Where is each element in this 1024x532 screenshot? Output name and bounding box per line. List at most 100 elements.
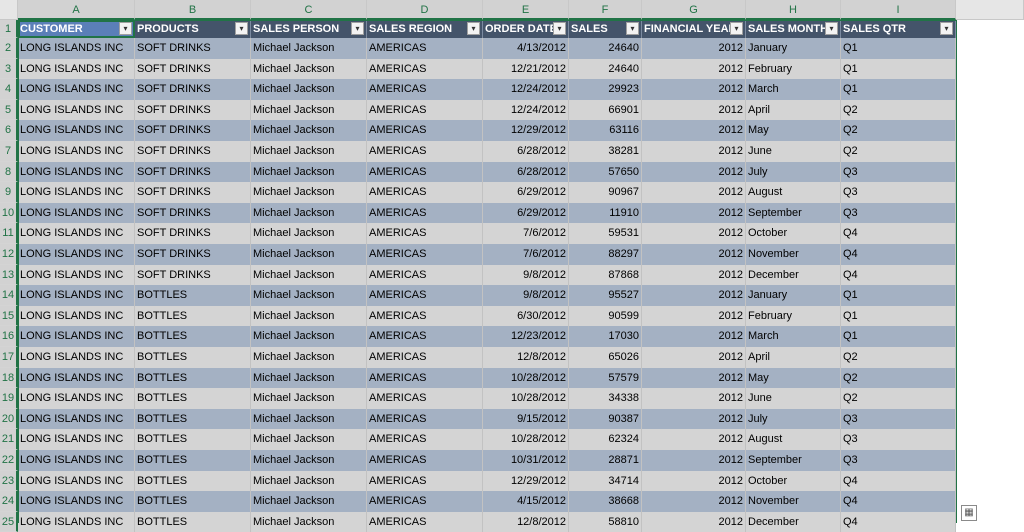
table-cell[interactable]: January <box>746 285 841 306</box>
row-header[interactable]: 21 <box>0 429 18 450</box>
table-cell[interactable]: 34714 <box>569 470 642 492</box>
table-cell[interactable]: AMERICAS <box>367 305 483 327</box>
table-cell[interactable]: 12/23/2012 <box>483 326 569 347</box>
table-cell[interactable]: Michael Jackson <box>251 285 367 306</box>
table-cell[interactable]: 10/28/2012 <box>483 367 569 389</box>
table-cell[interactable]: LONG ISLANDS INC <box>18 408 135 430</box>
table-cell[interactable]: SOFT DRINKS <box>135 264 251 286</box>
table-cell[interactable]: Michael Jackson <box>251 202 367 224</box>
table-cell[interactable]: Michael Jackson <box>251 429 367 450</box>
table-cell[interactable]: 2012 <box>642 326 746 347</box>
table-cell[interactable]: Q1 <box>841 326 956 347</box>
table-cell[interactable]: 34338 <box>569 388 642 409</box>
table-cell[interactable]: 2012 <box>642 141 746 162</box>
table-cell[interactable]: Q4 <box>841 491 956 512</box>
row-header[interactable]: 16 <box>0 326 18 347</box>
table-cell[interactable]: 17030 <box>569 326 642 347</box>
table-cell[interactable]: Michael Jackson <box>251 326 367 347</box>
table-cell[interactable]: 95527 <box>569 285 642 306</box>
table-cell[interactable]: 57579 <box>569 367 642 389</box>
table-cell[interactable]: Michael Jackson <box>251 161 367 183</box>
table-cell[interactable]: LONG ISLANDS INC <box>18 326 135 347</box>
table-cell[interactable]: Michael Jackson <box>251 388 367 409</box>
table-cell[interactable]: 2012 <box>642 347 746 368</box>
table-cell[interactable]: May <box>746 120 841 141</box>
header-cell-f[interactable]: SALES ▾ <box>569 20 642 38</box>
table-cell[interactable]: SOFT DRINKS <box>135 79 251 100</box>
table-cell[interactable]: LONG ISLANDS INC <box>18 367 135 389</box>
table-cell[interactable]: 10/28/2012 <box>483 429 569 450</box>
table-cell[interactable]: Q3 <box>841 161 956 183</box>
table-cell[interactable]: 6/28/2012 <box>483 141 569 162</box>
table-cell[interactable]: April <box>746 347 841 368</box>
column-header-i[interactable]: I <box>841 0 956 20</box>
table-cell[interactable]: Michael Jackson <box>251 408 367 430</box>
row-header[interactable]: 24 <box>0 491 18 512</box>
row-header[interactable]: 10 <box>0 202 18 224</box>
table-cell[interactable]: April <box>746 99 841 121</box>
table-cell[interactable]: July <box>746 408 841 430</box>
table-cell[interactable]: Q2 <box>841 120 956 141</box>
table-cell[interactable]: Q1 <box>841 305 956 327</box>
table-cell[interactable]: LONG ISLANDS INC <box>18 202 135 224</box>
table-cell[interactable]: Q2 <box>841 141 956 162</box>
table-cell[interactable]: BOTTLES <box>135 326 251 347</box>
table-cell[interactable]: Q4 <box>841 264 956 286</box>
table-cell[interactable]: 63116 <box>569 120 642 141</box>
table-cell[interactable]: LONG ISLANDS INC <box>18 79 135 100</box>
table-cell[interactable]: 90599 <box>569 305 642 327</box>
table-cell[interactable]: BOTTLES <box>135 470 251 492</box>
table-cell[interactable]: 2012 <box>642 491 746 512</box>
table-cell[interactable]: LONG ISLANDS INC <box>18 141 135 162</box>
header-cell-a[interactable]: CUSTOMER ▾ <box>18 20 135 38</box>
column-header-b[interactable]: B <box>135 0 251 20</box>
row-header-1[interactable]: 1 <box>0 20 18 38</box>
table-cell[interactable]: October <box>746 223 841 244</box>
row-header[interactable]: 17 <box>0 347 18 368</box>
table-cell[interactable]: LONG ISLANDS INC <box>18 511 135 532</box>
table-cell[interactable]: 2012 <box>642 202 746 224</box>
column-header-d[interactable]: D <box>367 0 483 20</box>
table-cell[interactable]: 2012 <box>642 367 746 389</box>
table-cell[interactable]: AMERICAS <box>367 141 483 162</box>
row-header[interactable]: 2 <box>0 38 18 59</box>
table-cell[interactable]: SOFT DRINKS <box>135 202 251 224</box>
column-header-blank[interactable] <box>956 0 1024 20</box>
table-cell[interactable]: 2012 <box>642 223 746 244</box>
table-cell[interactable]: Michael Jackson <box>251 511 367 532</box>
table-cell[interactable]: LONG ISLANDS INC <box>18 470 135 492</box>
table-cell[interactable]: BOTTLES <box>135 491 251 512</box>
table-cell[interactable]: 6/29/2012 <box>483 182 569 203</box>
table-cell[interactable]: BOTTLES <box>135 347 251 368</box>
table-cell[interactable]: Q2 <box>841 388 956 409</box>
row-header[interactable]: 9 <box>0 182 18 203</box>
table-cell[interactable]: LONG ISLANDS INC <box>18 429 135 450</box>
table-cell[interactable]: AMERICAS <box>367 408 483 430</box>
table-cell[interactable]: 7/6/2012 <box>483 244 569 265</box>
table-cell[interactable]: BOTTLES <box>135 511 251 532</box>
table-cell[interactable]: BOTTLES <box>135 408 251 430</box>
row-header[interactable]: 15 <box>0 305 18 327</box>
table-cell[interactable]: LONG ISLANDS INC <box>18 161 135 183</box>
table-cell[interactable]: 2012 <box>642 285 746 306</box>
table-cell[interactable]: Q3 <box>841 450 956 471</box>
table-cell[interactable]: 90967 <box>569 182 642 203</box>
table-cell[interactable]: LONG ISLANDS INC <box>18 244 135 265</box>
column-header-a[interactable]: A <box>18 0 135 20</box>
table-cell[interactable]: 12/29/2012 <box>483 120 569 141</box>
row-header[interactable]: 6 <box>0 120 18 141</box>
table-cell[interactable]: AMERICAS <box>367 388 483 409</box>
table-cell[interactable]: AMERICAS <box>367 182 483 203</box>
table-cell[interactable]: AMERICAS <box>367 491 483 512</box>
table-cell[interactable]: 2012 <box>642 161 746 183</box>
table-cell[interactable]: LONG ISLANDS INC <box>18 450 135 471</box>
table-cell[interactable]: 57650 <box>569 161 642 183</box>
row-header[interactable]: 13 <box>0 264 18 286</box>
table-cell[interactable]: Q3 <box>841 202 956 224</box>
table-cell[interactable]: SOFT DRINKS <box>135 38 251 59</box>
table-cell[interactable]: October <box>746 470 841 492</box>
select-all-corner[interactable] <box>0 0 18 20</box>
table-cell[interactable]: SOFT DRINKS <box>135 99 251 121</box>
row-header[interactable]: 7 <box>0 141 18 162</box>
table-cell[interactable]: SOFT DRINKS <box>135 58 251 80</box>
